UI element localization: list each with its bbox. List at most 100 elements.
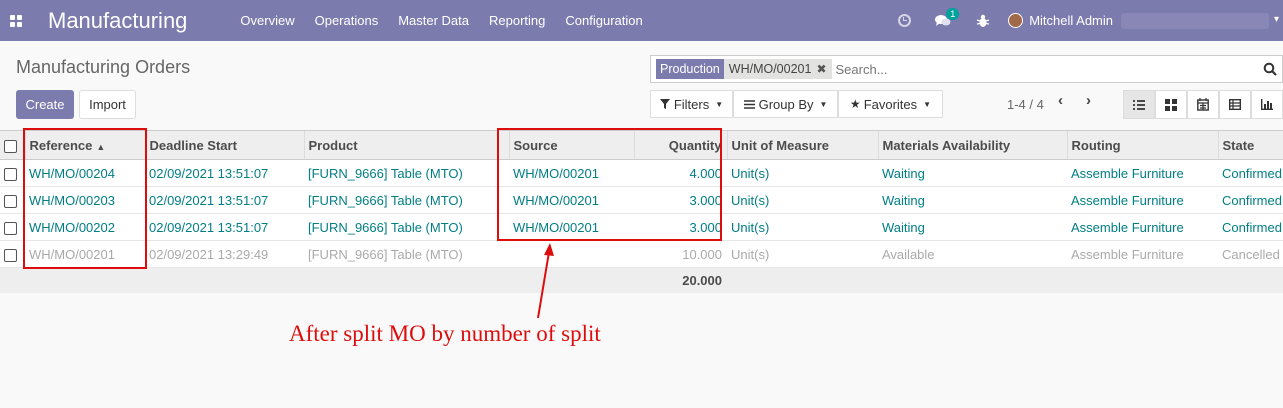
column-materials-availability[interactable]: Materials Availability bbox=[877, 130, 1067, 160]
cell-state[interactable]: Confirmed bbox=[1218, 186, 1283, 214]
pager-next-icon[interactable]: › bbox=[1086, 92, 1091, 109]
column-unit-of-measure[interactable]: Unit of Measure bbox=[726, 130, 878, 160]
pivot-view-button[interactable] bbox=[1219, 90, 1251, 119]
list-view-button[interactable] bbox=[1123, 90, 1155, 119]
favorites-button[interactable]: ★ Favorites ▼ bbox=[838, 90, 943, 118]
row-checkbox-cell[interactable] bbox=[0, 240, 25, 268]
filter-icon bbox=[659, 99, 670, 109]
chat-badge: 1 bbox=[946, 7, 960, 20]
systray: 1 Mitchell Admin bbox=[896, 0, 1283, 41]
cell-uom[interactable]: Unit(s) bbox=[727, 159, 878, 187]
top-navbar: Manufacturing Overview Operations Master… bbox=[0, 0, 1283, 41]
create-button[interactable]: Create bbox=[16, 90, 74, 119]
table-footer-row: 20.000 bbox=[0, 267, 1283, 293]
row-checkbox-cell[interactable] bbox=[0, 186, 25, 214]
group-by-icon bbox=[743, 99, 755, 109]
user-avatar[interactable] bbox=[1008, 13, 1024, 28]
cell-source[interactable] bbox=[509, 240, 634, 268]
menu-item-overview[interactable]: Overview bbox=[240, 13, 294, 28]
cell-routing[interactable]: Assemble Furniture bbox=[1067, 159, 1218, 187]
facet-value-text: WH/MO/00201 bbox=[728, 62, 812, 76]
list-view-icon bbox=[1133, 99, 1145, 110]
apps-menu-icon[interactable] bbox=[10, 14, 22, 27]
cell-availability[interactable]: Available bbox=[878, 240, 1067, 268]
column-routing[interactable]: Routing bbox=[1066, 130, 1218, 160]
cell-uom[interactable]: Unit(s) bbox=[727, 186, 878, 214]
favorites-caret-icon: ▼ bbox=[923, 99, 932, 109]
facet-category: Production bbox=[656, 59, 724, 79]
cell-state[interactable]: Confirmed bbox=[1218, 159, 1283, 187]
cell-state[interactable]: Cancelled bbox=[1218, 240, 1283, 268]
pager-previous-icon[interactable]: ‹ bbox=[1058, 92, 1063, 109]
facet-value: WH/MO/00201 ✖ bbox=[723, 59, 832, 79]
cell-deadline[interactable]: 02/09/2021 13:51:07 bbox=[145, 213, 304, 241]
activity-clock-icon[interactable] bbox=[896, 13, 912, 29]
favorites-label: Favorites bbox=[863, 96, 918, 112]
row-checkbox-cell[interactable] bbox=[0, 159, 25, 187]
annotation-text: After split MO by number of split bbox=[289, 321, 601, 346]
cell-state[interactable]: Confirmed bbox=[1218, 213, 1283, 241]
graph-view-button[interactable] bbox=[1251, 90, 1283, 119]
cell-product[interactable]: [FURN_9666] Table (MTO) bbox=[304, 186, 509, 214]
cell-availability[interactable]: Waiting bbox=[878, 213, 1067, 241]
table-row[interactable]: WH/MO/00201 02/09/2021 13:29:49 [FURN_96… bbox=[0, 240, 1283, 268]
group-by-button[interactable]: Group By ▼ bbox=[733, 90, 838, 118]
cell-availability[interactable]: Waiting bbox=[878, 186, 1067, 214]
filters-caret-icon: ▼ bbox=[715, 99, 724, 109]
star-icon: ★ bbox=[849, 97, 861, 111]
chat-icon[interactable]: 1 bbox=[935, 7, 960, 29]
app-name[interactable]: Manufacturing bbox=[48, 8, 187, 34]
user-name[interactable]: Mitchell Admin bbox=[1029, 13, 1113, 28]
annotation-arrow bbox=[537, 243, 554, 319]
select-all-header[interactable] bbox=[0, 130, 25, 160]
group-by-label: Group By bbox=[758, 96, 814, 112]
menu-item-reporting[interactable]: Reporting bbox=[489, 13, 545, 28]
search-bar: Production WH/MO/00201 ✖ bbox=[650, 55, 1283, 83]
facet-close-icon[interactable]: ✖ bbox=[816, 62, 826, 76]
cell-routing[interactable]: Assemble Furniture bbox=[1067, 240, 1218, 268]
calendar-icon bbox=[1197, 98, 1209, 111]
kanban-view-icon bbox=[1165, 98, 1177, 111]
row-checkbox[interactable] bbox=[4, 167, 17, 181]
menu-item-operations[interactable]: Operations bbox=[315, 13, 379, 28]
cell-product[interactable]: [FURN_9666] Table (MTO) bbox=[304, 240, 509, 268]
cell-deadline[interactable]: 02/09/2021 13:29:49 bbox=[145, 240, 304, 268]
column-deadline-start[interactable]: Deadline Start bbox=[144, 130, 304, 160]
row-checkbox-cell[interactable] bbox=[0, 213, 25, 241]
search-facet: Production WH/MO/00201 ✖ bbox=[656, 59, 832, 79]
cell-uom[interactable]: Unit(s) bbox=[727, 213, 878, 241]
row-checkbox[interactable] bbox=[4, 221, 17, 235]
cell-uom[interactable]: Unit(s) bbox=[727, 240, 878, 268]
cell-availability[interactable]: Waiting bbox=[878, 159, 1067, 187]
search-icon[interactable] bbox=[1263, 62, 1277, 76]
menu-item-configuration[interactable]: Configuration bbox=[565, 13, 642, 28]
main-menu: Overview Operations Master Data Reportin… bbox=[240, 13, 662, 28]
column-state[interactable]: State bbox=[1217, 130, 1283, 160]
filters-button[interactable]: Filters ▼ bbox=[650, 90, 733, 118]
total-quantity: 20.000 bbox=[634, 267, 727, 293]
column-product[interactable]: Product bbox=[303, 130, 509, 160]
bar-chart-icon bbox=[1261, 99, 1273, 110]
calendar-view-button[interactable] bbox=[1187, 90, 1219, 119]
debug-bug-icon[interactable] bbox=[975, 13, 991, 29]
row-checkbox[interactable] bbox=[4, 194, 17, 208]
select-all-checkbox[interactable] bbox=[4, 139, 17, 153]
cell-deadline[interactable]: 02/09/2021 13:51:07 bbox=[145, 159, 304, 187]
company-switcher[interactable] bbox=[1121, 12, 1279, 29]
row-checkbox[interactable] bbox=[4, 248, 17, 262]
kanban-view-button[interactable] bbox=[1155, 90, 1187, 119]
cell-routing[interactable]: Assemble Furniture bbox=[1067, 213, 1218, 241]
cell-routing[interactable]: Assemble Furniture bbox=[1067, 186, 1218, 214]
pager-value[interactable]: 1-4 / 4 bbox=[1007, 97, 1044, 112]
group-by-caret-icon: ▼ bbox=[819, 99, 828, 109]
cell-quantity[interactable]: 10.000 bbox=[634, 240, 727, 268]
reference-highlight-box bbox=[23, 128, 147, 269]
cell-product[interactable]: [FURN_9666] Table (MTO) bbox=[304, 159, 509, 187]
page-title: Manufacturing Orders bbox=[16, 57, 191, 77]
menu-item-master-data[interactable]: Master Data bbox=[398, 13, 469, 28]
pivot-table-icon bbox=[1229, 99, 1241, 110]
cell-deadline[interactable]: 02/09/2021 13:51:07 bbox=[145, 186, 304, 214]
cell-product[interactable]: [FURN_9666] Table (MTO) bbox=[304, 213, 509, 241]
search-input[interactable] bbox=[835, 61, 1236, 77]
import-button[interactable]: Import bbox=[79, 90, 136, 119]
